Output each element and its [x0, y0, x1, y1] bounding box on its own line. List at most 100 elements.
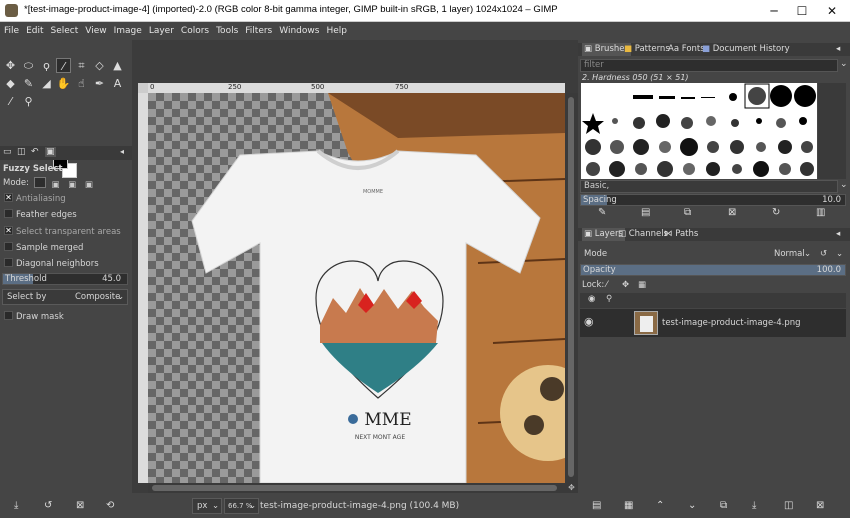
horizontal-scroll-thumb[interactable] — [152, 485, 557, 491]
mode-subtract-icon[interactable]: ▣ — [68, 177, 80, 190]
image-canvas[interactable]: MOMME MME NEXT MONT AGE — [148, 93, 565, 483]
mode-replace-icon[interactable] — [33, 177, 46, 188]
layer-name[interactable]: test-image-product-image-4.png — [662, 318, 801, 328]
lower-layer-icon[interactable]: ⌄ — [688, 500, 696, 511]
mode-intersect-icon[interactable]: ▣ — [85, 177, 97, 190]
text-tool-icon[interactable]: A — [110, 76, 125, 91]
tool-options-tab-icon[interactable]: ▭ — [3, 147, 12, 157]
chevron-down-icon[interactable]: ⌄ — [836, 246, 843, 262]
new-layer-icon[interactable]: ▤ — [592, 500, 601, 511]
device-status-tab-icon[interactable]: ◫ — [17, 147, 26, 157]
zoom-tool-icon[interactable]: ⚲ — [21, 94, 36, 109]
sample-merged-checkbox[interactable] — [4, 242, 13, 251]
minimize-button[interactable]: ─ — [760, 2, 788, 20]
crop-icon[interactable]: ⌗ — [74, 58, 89, 73]
draw-mask-checkbox[interactable] — [4, 311, 13, 320]
opacity-slider[interactable]: Opacity 100.0 — [580, 264, 846, 276]
close-window-button[interactable]: ✕ — [818, 2, 846, 20]
sample-merged-option[interactable]: Sample merged — [0, 240, 132, 257]
draw-mask-option[interactable]: Draw mask — [0, 309, 132, 326]
brush-grid-scrollbar[interactable] — [818, 83, 846, 179]
threshold-slider[interactable]: Threshold 45.0 — [2, 273, 128, 285]
raise-layer-icon[interactable]: ⌃ — [656, 500, 664, 511]
vertical-scroll-thumb[interactable] — [568, 97, 574, 477]
menu-windows[interactable]: Windows — [276, 22, 322, 40]
new-brush-icon[interactable]: ▤ — [641, 207, 650, 218]
color-picker-icon[interactable]: ⁄ — [3, 94, 18, 109]
chevron-down-icon[interactable]: ⌄ — [840, 180, 848, 190]
clone-icon[interactable]: ✋ — [56, 76, 71, 91]
duplicate-brush-icon[interactable]: ⧉ — [684, 207, 691, 218]
fuzzy-select-icon[interactable]: ⁄ — [56, 58, 71, 73]
mode-add-icon[interactable]: ▣ — [51, 177, 63, 190]
chevron-down-icon[interactable]: ⌄ — [840, 59, 848, 69]
add-mask-icon[interactable]: ◫ — [784, 500, 793, 511]
dock-menu-icon[interactable]: ◂ — [836, 228, 840, 241]
lock-position-icon[interactable]: ✥ — [622, 278, 629, 292]
brush-grid[interactable] — [581, 83, 817, 179]
chevron-down-icon[interactable]: ⌄ — [804, 246, 811, 262]
rect-select-icon[interactable]: ⬭ — [21, 58, 36, 73]
lock-alpha-icon[interactable]: ▦ — [638, 278, 646, 292]
eraser-icon[interactable]: ◢ — [39, 76, 54, 91]
menu-view[interactable]: View — [82, 22, 109, 40]
unit-dropdown[interactable]: px ⌄ — [192, 498, 222, 514]
brush-filter-input[interactable]: filter — [580, 59, 838, 72]
paintbrush-icon[interactable]: ✎ — [21, 76, 36, 91]
restore-tool-preset-icon[interactable]: ↺ — [44, 500, 52, 511]
tab-paths[interactable]: ⋈ Paths — [664, 228, 698, 241]
warp-transform-icon[interactable]: ▲ — [110, 58, 125, 73]
feather-edges-checkbox[interactable] — [4, 209, 13, 218]
tab-patterns[interactable]: ■ Patterns — [624, 43, 670, 56]
open-brush-as-image-icon[interactable]: ▥ — [816, 207, 825, 218]
horizontal-ruler[interactable]: 0 250 500 750 — [148, 83, 565, 93]
menu-edit[interactable]: Edit — [23, 22, 46, 40]
menu-help[interactable]: Help — [323, 22, 350, 40]
menu-filters[interactable]: Filters — [242, 22, 275, 40]
menu-select[interactable]: Select — [48, 22, 82, 40]
dock-menu-icon[interactable]: ◂ — [836, 43, 840, 56]
bucket-fill-icon[interactable]: ◆ — [3, 76, 18, 91]
merge-layer-icon[interactable]: ⤓ — [752, 500, 756, 511]
delete-layer-icon[interactable]: ⊠ — [816, 500, 824, 511]
paths-icon[interactable]: ✒ — [92, 76, 107, 91]
diagonal-neighbors-option[interactable]: Diagonal neighbors — [0, 256, 132, 273]
zoom-dropdown[interactable]: 66.7 % ⌄ — [224, 498, 259, 514]
images-tab-icon[interactable]: ▣ — [45, 147, 56, 157]
new-layer-group-icon[interactable]: ▦ — [624, 500, 633, 511]
duplicate-layer-icon[interactable]: ⧉ — [720, 500, 727, 511]
menu-colors[interactable]: Colors — [178, 22, 212, 40]
tab-fonts[interactable]: Aa Fonts — [668, 43, 705, 56]
tab-document-history[interactable]: ■ Document History — [702, 43, 790, 56]
smudge-icon[interactable]: ☝ — [74, 76, 89, 91]
dock-menu-icon[interactable]: ◂ — [120, 147, 124, 156]
menu-image[interactable]: Image — [111, 22, 145, 40]
antialiasing-checkbox[interactable]: ✕ — [4, 193, 13, 202]
layer-row[interactable]: ◉ test-image-product-image-4.png — [580, 309, 846, 337]
lasso-icon[interactable]: ϙ — [39, 58, 54, 73]
spacing-slider[interactable]: Spacing 10.0 — [580, 194, 846, 206]
menu-tools[interactable]: Tools — [213, 22, 241, 40]
menu-file[interactable]: File — [1, 22, 22, 40]
save-tool-preset-icon[interactable]: ⤓ — [14, 500, 18, 511]
eye-icon[interactable]: ◉ — [584, 315, 594, 328]
select-transparent-option[interactable]: ✕ Select transparent areas — [0, 224, 132, 241]
brush-tag-input[interactable]: Basic, — [580, 180, 838, 193]
edit-brush-icon[interactable]: ✎ — [598, 207, 606, 218]
menu-layer[interactable]: Layer — [146, 22, 177, 40]
vertical-ruler[interactable] — [138, 93, 148, 483]
refresh-brushes-icon[interactable]: ↻ — [772, 207, 780, 218]
lock-pixels-icon[interactable]: ⁄ — [606, 278, 607, 292]
tab-channels[interactable]: ◫ Channels — [618, 228, 668, 241]
move-tool-icon[interactable]: ✥ — [3, 58, 18, 73]
reset-mode-icon[interactable]: ↺ — [820, 246, 827, 262]
vertical-scrollbar[interactable] — [565, 93, 578, 483]
horizontal-scrollbar[interactable] — [148, 483, 565, 493]
select-by-dropdown[interactable]: Select by Composite ⌄ — [2, 289, 128, 305]
diagonal-neighbors-checkbox[interactable] — [4, 258, 13, 267]
feather-edges-option[interactable]: Feather edges — [0, 207, 132, 224]
unified-transform-icon[interactable]: ◇ — [92, 58, 107, 73]
undo-history-tab-icon[interactable]: ↶ — [31, 147, 39, 157]
reset-tool-options-icon[interactable]: ⟲ — [106, 500, 114, 511]
delete-tool-preset-icon[interactable]: ⊠ — [76, 500, 84, 511]
